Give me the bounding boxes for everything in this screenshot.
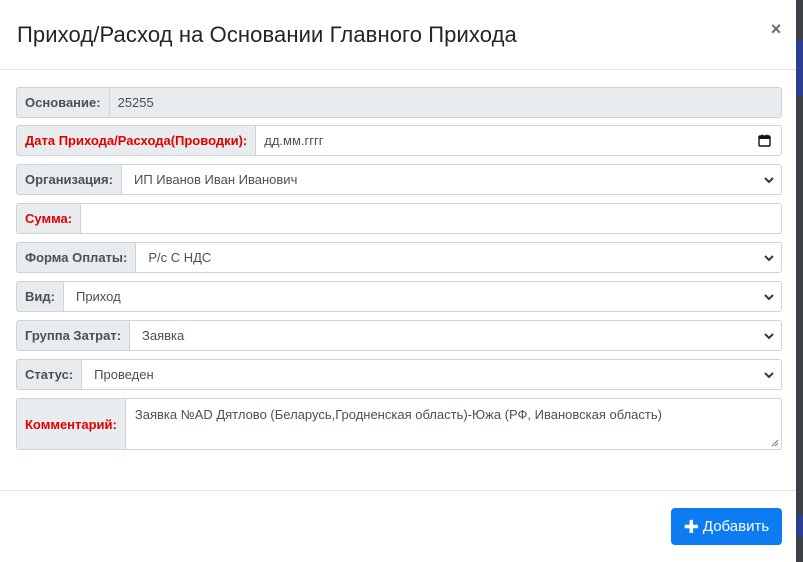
chevron-down-icon (764, 293, 774, 300)
comment-label: Комментарий: (16, 398, 125, 450)
osnovanie-field: 25255 (108, 87, 782, 118)
status-label: Статус: (16, 359, 82, 390)
date-label: Дата Прихода/Расхода(Проводки): (16, 125, 256, 156)
chevron-down-icon (764, 371, 774, 378)
add-button-label: Добавить (702, 518, 770, 535)
summa-input[interactable] (80, 203, 782, 234)
vid-select[interactable]: Приход (62, 281, 782, 312)
chevron-down-icon (764, 332, 774, 339)
plus-icon: ✚ (683, 516, 699, 537)
payment-form-value: Р/с С НДС (148, 250, 212, 265)
chevron-down-icon (764, 254, 774, 261)
comment-textarea[interactable]: Заявка №AD Дятлово (Беларусь,Гродненская… (124, 398, 782, 450)
organization-row: Организация: ИП Иванов Иван Иванович (16, 164, 782, 195)
comment-value: Заявка №AD Дятлово (Беларусь,Гродненская… (134, 407, 662, 422)
organization-value: ИП Иванов Иван Иванович (133, 172, 298, 187)
comment-row: Комментарий: Заявка №AD Дятлово (Беларус… (16, 398, 782, 450)
status-value: Проведен (94, 367, 154, 382)
date-input[interactable]: дд.мм.гггг (255, 125, 782, 156)
modal-dialog: Приход/Расход на Основании Главного Прих… (0, 0, 796, 562)
status-row: Статус: Проведен (16, 359, 782, 390)
summa-row: Сумма: (16, 203, 782, 234)
summa-label: Сумма: (16, 203, 81, 234)
status-select[interactable]: Проведен (81, 359, 782, 390)
payment-form-label: Форма Оплаты: (16, 242, 136, 273)
date-row: Дата Прихода/Расхода(Проводки): дд.мм.гг… (16, 125, 782, 156)
organization-label: Организация: (16, 164, 121, 195)
cost-group-value: Заявка (142, 328, 185, 343)
vid-value: Приход (75, 289, 121, 304)
modal-header: Приход/Расход на Основании Главного Прих… (0, 0, 796, 70)
backdrop-stripe (796, 515, 803, 537)
vid-row: Вид: Приход (16, 281, 782, 312)
cost-group-select[interactable]: Заявка (129, 320, 782, 351)
osnovanie-label: Основание: (16, 87, 109, 118)
payment-form-select[interactable]: Р/с С НДС (135, 242, 782, 273)
backdrop-stripe (796, 40, 803, 96)
date-placeholder: дд.мм.гггг (264, 133, 324, 148)
calendar-icon[interactable] (758, 134, 771, 147)
vid-label: Вид: (16, 281, 63, 312)
osnovanie-row: Основание: 25255 (16, 87, 782, 118)
organization-select[interactable]: ИП Иванов Иван Иванович (120, 164, 782, 195)
page-backdrop (796, 0, 803, 562)
modal-title: Приход/Расход на Основании Главного Прих… (17, 22, 517, 47)
chevron-down-icon (764, 176, 774, 183)
payment-form-row: Форма Оплаты: Р/с С НДС (16, 242, 782, 273)
cost-group-row: Группа Затрат: Заявка (16, 320, 782, 351)
close-button[interactable]: × (766, 18, 786, 40)
cost-group-label: Группа Затрат: (16, 320, 130, 351)
add-button[interactable]: ✚ Добавить (671, 508, 782, 545)
resize-grip-icon[interactable] (771, 439, 779, 447)
